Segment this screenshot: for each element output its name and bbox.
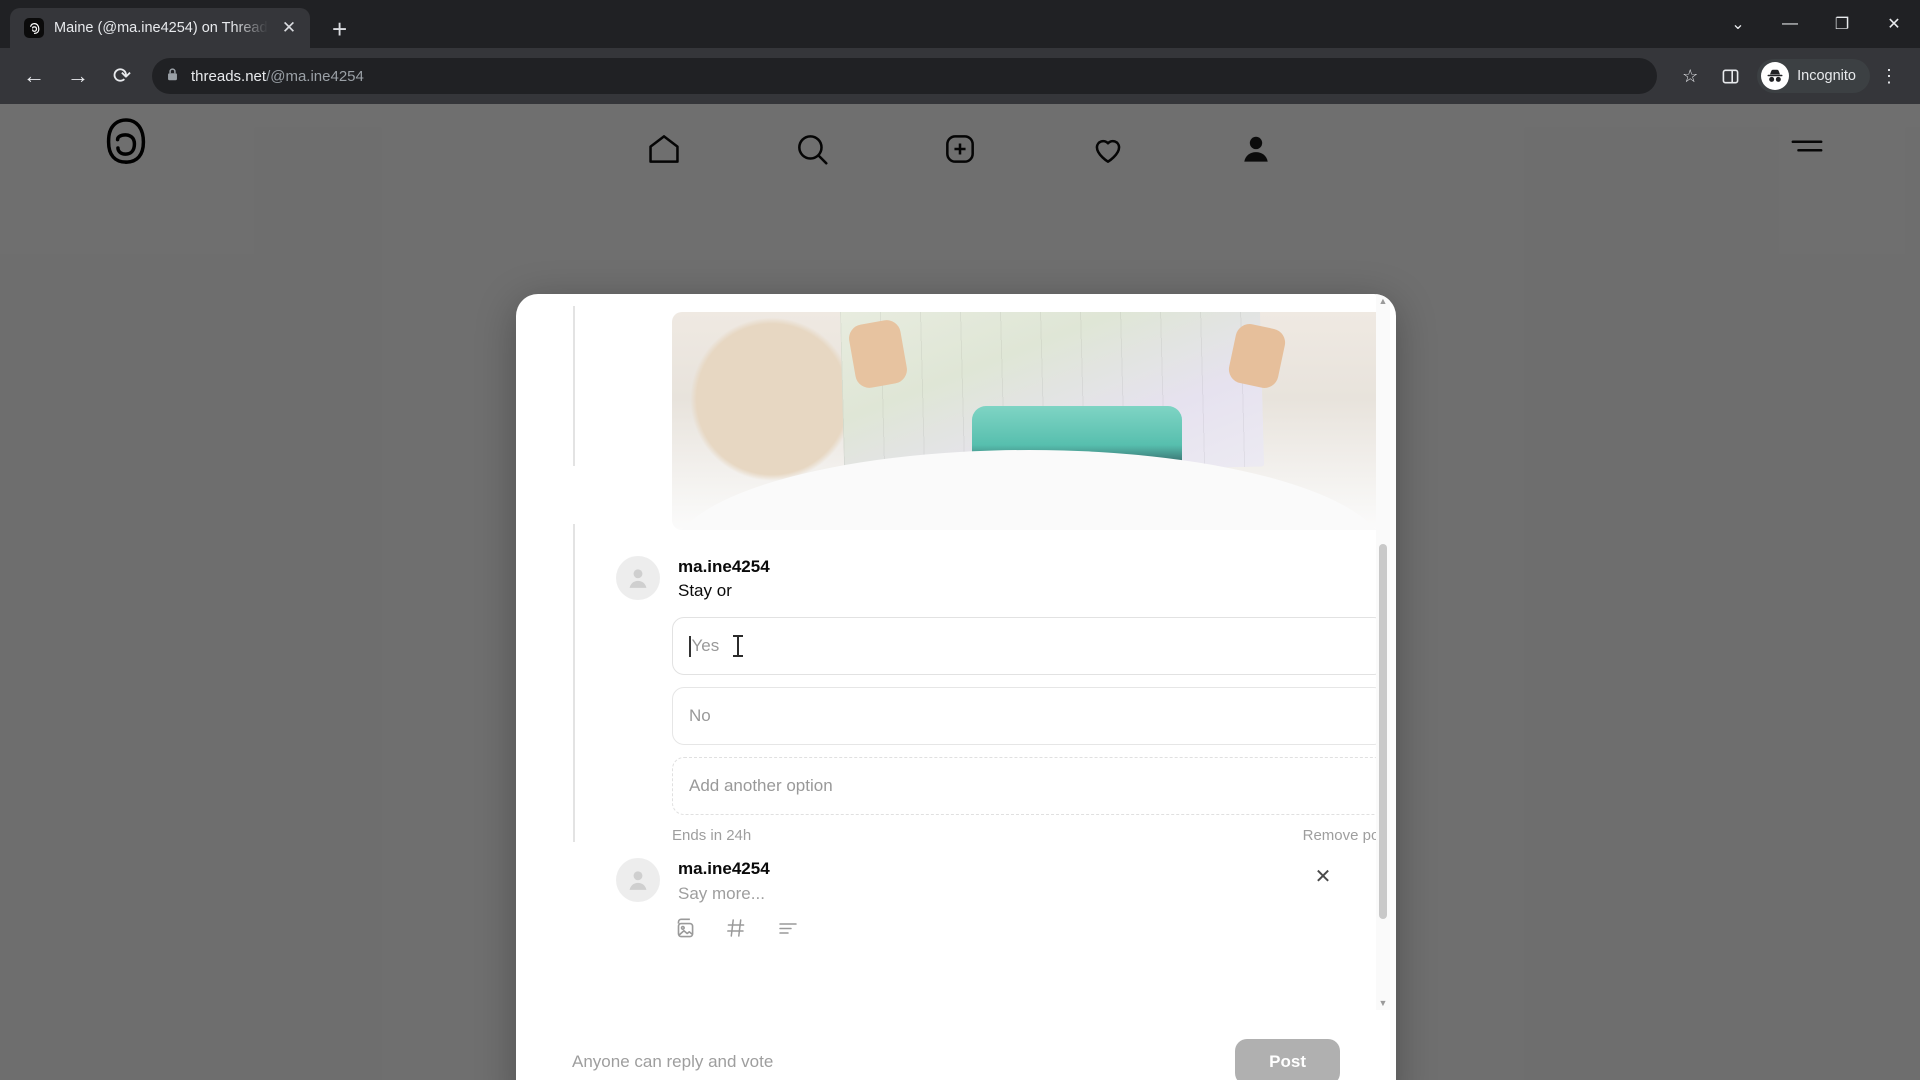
attached-image[interactable] <box>672 312 1386 530</box>
reply-composer-modal: Reply <box>516 294 1396 1080</box>
modal-footer: Anyone can reply and vote Post <box>516 1010 1396 1080</box>
poll-ends-label: Ends in 24h <box>672 827 752 845</box>
url-path: /@ma.ine4254 <box>266 67 364 85</box>
new-tab-button[interactable]: + <box>332 16 347 42</box>
browser-menu-icon[interactable]: ⋮ <box>1872 66 1906 87</box>
page-content: Reply <box>0 104 1920 1080</box>
poll-editor: Yes No Add another option <box>672 617 1386 816</box>
text-caret <box>689 635 691 657</box>
tab-strip: Maine (@ma.ine4254) on Threads ✕ + ⌄ — ❐… <box>0 0 1920 48</box>
tab-search-button[interactable]: ⌄ <box>1712 0 1764 48</box>
poll-meta-row: Ends in 24h Remove poll <box>672 827 1386 844</box>
forward-button[interactable]: → <box>58 56 98 96</box>
remove-poll-button[interactable]: Remove poll <box>1303 827 1386 844</box>
threads-favicon <box>24 18 44 38</box>
post-text: Stay or <box>678 581 732 601</box>
reply-input[interactable]: Say more... <box>678 884 770 904</box>
post-author-block: ma.ine4254 Stay or <box>678 556 770 601</box>
scroll-down-arrow[interactable]: ▼ <box>1376 996 1390 1010</box>
table-graphic <box>672 450 1386 530</box>
audience-setting[interactable]: Anyone can reply and vote <box>572 1052 773 1072</box>
window-controls: ⌄ — ❐ ✕ <box>1712 0 1920 48</box>
url-domain: threads.net <box>191 67 267 85</box>
minimize-button[interactable]: — <box>1764 0 1816 48</box>
back-button[interactable]: ← <box>14 56 54 96</box>
thread-rail-top <box>573 306 575 466</box>
reply-author-name: ma.ine4254 <box>678 859 770 879</box>
poll-add-option[interactable]: Add another option <box>672 757 1386 816</box>
mouse-text-cursor <box>733 635 743 658</box>
tab-title: Maine (@ma.ine4254) on Threads <box>54 20 268 36</box>
reload-button[interactable]: ⟳ <box>102 56 142 96</box>
post-author-name: ma.ine4254 <box>678 557 770 576</box>
browser-toolbar: ← → ⟳ threads.net/@ma.ine4254 ☆ Incognit… <box>0 48 1920 104</box>
poll-option-2[interactable]: No <box>672 687 1386 746</box>
incognito-avatar-icon <box>1761 62 1790 90</box>
bookmark-star-icon[interactable]: ☆ <box>1671 57 1709 95</box>
composer-tools <box>672 916 1340 942</box>
incognito-profile-button[interactable]: Incognito <box>1757 59 1870 93</box>
composer-content: ma.ine4254 Stay or Yes No Add another op… <box>516 294 1396 942</box>
poll-option-1[interactable]: Yes <box>672 617 1386 676</box>
poll-option-2-placeholder: No <box>689 706 711 726</box>
incognito-label: Incognito <box>1797 68 1856 84</box>
address-bar[interactable]: threads.net/@ma.ine4254 <box>152 58 1658 94</box>
browser-tab[interactable]: Maine (@ma.ine4254) on Threads ✕ <box>10 8 310 48</box>
post-author-row: ma.ine4254 Stay or <box>616 556 1340 601</box>
close-icon[interactable]: ✕ <box>1310 864 1336 889</box>
post-button[interactable]: Post <box>1235 1039 1340 1080</box>
avatar[interactable] <box>616 858 660 903</box>
hashtag-icon[interactable] <box>724 916 750 942</box>
lock-icon <box>166 67 179 85</box>
reply-author-block: ma.ine4254 Say more... <box>678 858 770 903</box>
thread-rail <box>573 524 575 842</box>
tab-close-icon[interactable]: ✕ <box>278 18 300 38</box>
side-panel-icon[interactable] <box>1711 57 1749 95</box>
poll-add-option-placeholder: Add another option <box>689 776 833 796</box>
image-icon[interactable] <box>672 916 698 942</box>
reply-author-row: ma.ine4254 Say more... ✕ <box>616 858 1340 903</box>
url-text: threads.net/@ma.ine4254 <box>191 68 364 85</box>
scroll-up-arrow[interactable]: ▲ <box>1376 294 1390 308</box>
scrollbar-thumb[interactable] <box>1379 544 1387 919</box>
avatar[interactable] <box>616 556 660 600</box>
poll-icon[interactable] <box>776 916 802 942</box>
toolbar-right: ☆ Incognito ⋮ <box>1671 57 1906 95</box>
poll-option-1-placeholder: Yes <box>691 636 720 656</box>
modal-scroll-area: ma.ine4254 Stay or Yes No Add another op… <box>516 294 1396 1010</box>
hand-left-graphic <box>846 317 910 391</box>
maximize-button[interactable]: ❐ <box>1816 0 1868 48</box>
modal-scrollbar[interactable]: ▲ ▼ <box>1376 294 1390 1010</box>
close-window-button[interactable]: ✕ <box>1868 0 1920 48</box>
browser-window: Maine (@ma.ine4254) on Threads ✕ + ⌄ — ❐… <box>0 0 1920 1080</box>
